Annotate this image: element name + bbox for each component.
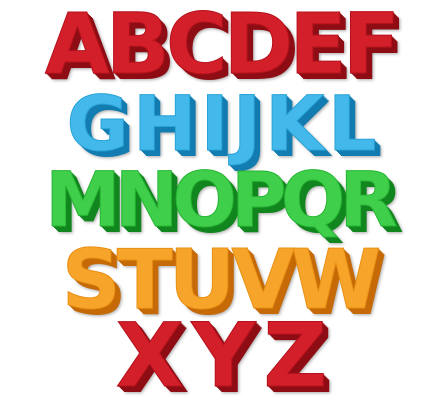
letter-h: H xyxy=(132,79,197,168)
letter-c: C xyxy=(165,0,228,93)
letter-k: K xyxy=(265,79,325,168)
letter-f: F xyxy=(342,0,400,93)
letter-i: I xyxy=(200,79,229,168)
letter-s: S xyxy=(61,233,121,328)
letter-g: G xyxy=(66,79,129,168)
letter-z: Z xyxy=(263,304,328,407)
letter-q: Q xyxy=(280,155,346,244)
letter-j: J xyxy=(232,79,262,168)
letter-row-5: X Y Z xyxy=(0,304,443,407)
letter-n: N xyxy=(114,155,179,244)
letter-row-2: G H I J K L xyxy=(0,79,443,168)
letter-y: Y xyxy=(191,304,256,407)
letter-e: E xyxy=(289,0,347,93)
letter-row-3: M N O P Q R xyxy=(0,155,443,244)
letter-row-1: A B C D E F xyxy=(0,0,443,93)
alphabet-artwork: A B C D E F G H I J K L M N O P Q R S T … xyxy=(0,0,443,413)
letter-r: R xyxy=(339,155,399,244)
letter-b: B xyxy=(105,0,170,93)
letter-a: A xyxy=(44,0,110,93)
letter-m: M xyxy=(45,155,122,244)
letter-d: D xyxy=(223,0,294,93)
letter-x: X xyxy=(115,304,184,407)
letter-p: P xyxy=(231,155,288,244)
letter-o: O xyxy=(172,155,238,244)
letter-l: L xyxy=(328,79,377,168)
